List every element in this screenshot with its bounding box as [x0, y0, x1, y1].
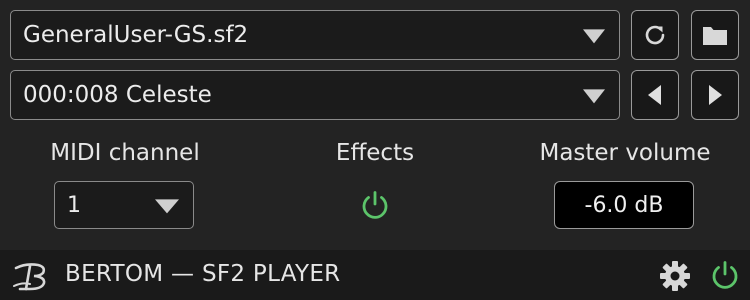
previous-preset-button[interactable]	[631, 70, 679, 120]
master-volume-label: Master volume	[539, 140, 711, 166]
master-volume-field[interactable]: -6.0 dB	[554, 181, 694, 229]
chevron-down-icon	[155, 199, 179, 214]
chevron-down-icon	[583, 29, 605, 44]
gear-icon[interactable]	[659, 260, 691, 292]
soundfont-dropdown[interactable]: GeneralUser-GS.sf2	[10, 10, 620, 60]
power-icon[interactable]	[708, 258, 742, 292]
footer-bar: BERTOM — SF2 PLAYER	[0, 250, 750, 300]
next-preset-button[interactable]	[691, 70, 739, 120]
triangle-left-icon	[648, 85, 661, 105]
effects-label: Effects	[335, 140, 415, 166]
preset-dropdown-value: 000:008 Celeste	[23, 82, 212, 108]
midi-channel-dropdown[interactable]: 1	[54, 181, 194, 229]
soundfont-dropdown-value: GeneralUser-GS.sf2	[23, 22, 249, 48]
reload-button[interactable]	[631, 10, 679, 60]
preset-dropdown[interactable]: 000:008 Celeste	[10, 70, 620, 120]
triangle-right-icon	[709, 85, 722, 105]
midi-channel-value: 1	[67, 192, 81, 218]
chevron-down-icon	[583, 89, 605, 104]
plugin-title: BERTOM — SF2 PLAYER	[65, 261, 341, 287]
bertom-logo	[13, 263, 46, 291]
midi-channel-label: MIDI channel	[50, 140, 200, 166]
open-folder-button[interactable]	[691, 10, 739, 60]
folder-icon	[703, 27, 727, 45]
refresh-icon	[645, 25, 665, 45]
effects-power-toggle[interactable]	[358, 188, 392, 222]
